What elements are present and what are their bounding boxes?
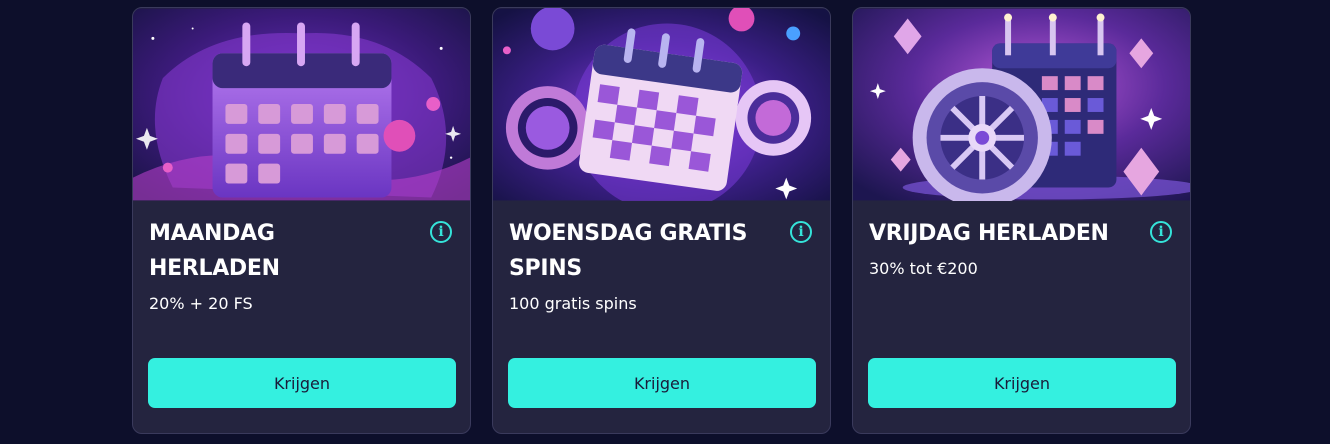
promo-card-monday: MAANDAG HERLADEN i 20% + 20 FS Krijgen xyxy=(132,7,471,434)
roulette-calendar-illustration xyxy=(853,8,1190,201)
promo-description: 20% + 20 FS xyxy=(149,294,253,313)
promo-title: MAANDAG HERLADEN xyxy=(149,221,280,281)
info-icon[interactable]: i xyxy=(430,221,452,243)
claim-button[interactable]: Krijgen xyxy=(868,358,1176,408)
promotions-row: MAANDAG HERLADEN i 20% + 20 FS Krijgen W… xyxy=(132,7,1191,434)
promo-card-wednesday: WOENSDAG GRATIS SPINS i 100 gratis spins… xyxy=(492,7,831,434)
info-icon[interactable]: i xyxy=(790,221,812,243)
claim-button[interactable]: Krijgen xyxy=(508,358,816,408)
claim-button[interactable]: Krijgen xyxy=(148,358,456,408)
promo-card-body: VRIJDAG HERLADEN i 30% tot €200 xyxy=(853,201,1190,278)
promo-description: 100 gratis spins xyxy=(509,294,637,313)
info-icon[interactable]: i xyxy=(1150,221,1172,243)
promo-title: VRIJDAG HERLADEN xyxy=(869,221,1109,246)
promo-card-friday: VRIJDAG HERLADEN i 30% tot €200 Krijgen xyxy=(852,7,1191,434)
promo-card-body: MAANDAG HERLADEN i 20% + 20 FS xyxy=(133,201,470,313)
calendar-illustration xyxy=(133,8,470,201)
promo-card-body: WOENSDAG GRATIS SPINS i 100 gratis spins xyxy=(493,201,830,313)
promo-title: WOENSDAG GRATIS SPINS xyxy=(509,221,748,281)
calendar-chips-illustration xyxy=(493,8,830,201)
promo-description: 30% tot €200 xyxy=(869,259,978,278)
